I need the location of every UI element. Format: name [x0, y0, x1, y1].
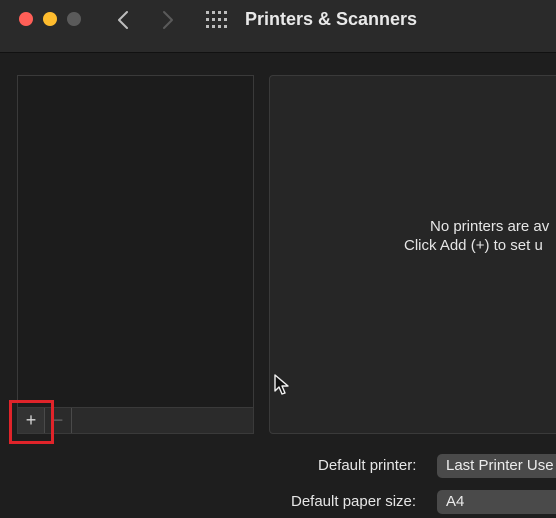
zoom-window-button — [67, 12, 81, 26]
printer-list-panel: + − — [17, 75, 254, 434]
printer-list[interactable] — [18, 76, 253, 408]
paper-size-label: Default paper size: — [291, 493, 417, 510]
printers-scanners-window: Printers & Scanners + − No printers are … — [0, 0, 556, 518]
back-button[interactable] — [113, 8, 135, 32]
paper-size-popup[interactable]: A4 — [437, 490, 556, 514]
no-printers-message: No printers are av — [430, 218, 550, 235]
chevron-right-icon — [163, 11, 173, 29]
add-button-highlight — [9, 400, 54, 444]
forward-button[interactable] — [156, 8, 178, 32]
minimize-window-button[interactable] — [43, 12, 57, 26]
default-printer-popup[interactable]: Last Printer Use — [437, 454, 556, 478]
grid-icon — [206, 11, 227, 28]
default-printer-label: Default printer: — [318, 457, 417, 474]
chevron-left-icon — [118, 11, 128, 29]
add-printer-hint: Click Add (+) to set u — [404, 237, 543, 254]
show-all-button[interactable] — [205, 10, 227, 30]
mouse-pointer-icon — [274, 374, 289, 395]
title-bar: Printers & Scanners — [0, 0, 556, 53]
window-title: Printers & Scanners — [245, 9, 418, 29]
printer-detail-panel — [269, 75, 556, 434]
close-window-button[interactable] — [19, 12, 33, 26]
